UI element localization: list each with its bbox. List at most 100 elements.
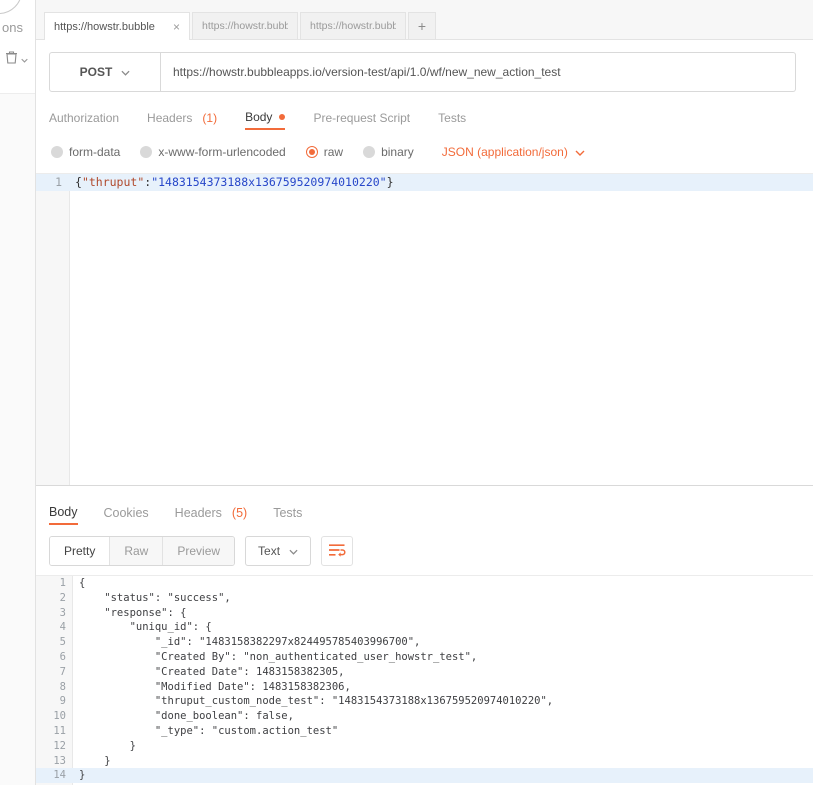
request-tab-tests[interactable]: Tests	[438, 105, 466, 130]
body-mode-label: binary	[381, 145, 414, 159]
body-mode-label: form-data	[69, 145, 121, 159]
body-mode-binary[interactable]: binary	[363, 145, 414, 159]
view-mode-raw[interactable]: Raw	[109, 537, 163, 565]
response-code-line: 6 "Created By": "non_authenticated_user_…	[36, 650, 813, 665]
request-tabs: Authorization Headers (1) Body Pre-request S…	[36, 105, 813, 130]
tab-label: Cookies	[103, 505, 149, 520]
tab-label: Tests	[273, 505, 303, 520]
response-format-select[interactable]: Text	[245, 536, 312, 566]
request-tab[interactable]: https://howstr.bubble ×	[44, 12, 190, 40]
view-mode-preview[interactable]: Preview	[162, 537, 235, 565]
code-token: "thruput"	[81, 175, 145, 189]
postman-window: ons https://howstr.bubble × https://howstr…	[0, 0, 813, 785]
response-code-text: }	[79, 739, 136, 752]
request-body-editor[interactable]: 1 {"thruput":"1483154373188x136759520974…	[36, 173, 813, 485]
radio-icon	[51, 146, 63, 158]
body-mode-x-www-form-urlencoded[interactable]: x-www-form-urlencoded	[140, 145, 286, 159]
code-token: {	[75, 175, 82, 189]
trash-button[interactable]	[5, 50, 28, 67]
content-type-select[interactable]: JSON (application/json)	[442, 145, 585, 159]
method-label: POST	[79, 65, 113, 79]
trash-icon	[5, 50, 18, 67]
line-number: 12	[53, 739, 66, 752]
body-mode-label: raw	[323, 145, 344, 159]
radio-icon	[305, 146, 318, 158]
request-code-line: 1 {"thruput":"1483154373188x136759520974…	[36, 174, 813, 191]
new-tab-button[interactable]: +	[408, 12, 436, 39]
response-code-text: "Created Date": 1483158382305,	[79, 665, 345, 678]
line-number: 11	[53, 724, 66, 737]
response-tab-body[interactable]: Body	[49, 500, 78, 525]
request-url-row: POST https://howstr.bubbleapps.io/versio…	[49, 52, 796, 92]
method-select[interactable]: POST	[49, 52, 161, 92]
radio-icon	[363, 146, 376, 158]
search-pill-fragment	[0, 0, 22, 14]
response-code-text: {	[79, 577, 86, 589]
main-panel: https://howstr.bubble × https://howstr.bub…	[36, 0, 813, 785]
line-number: 6	[59, 650, 66, 663]
content-type-label: JSON (application/json)	[441, 145, 568, 159]
line-number: 9	[59, 695, 66, 708]
request-tab-headers-1[interactable]: Headers (1)	[147, 105, 217, 130]
wrap-lines-button[interactable]	[321, 536, 354, 566]
response-code-text: "thruput_custom_node_test": "14831543731…	[79, 695, 554, 708]
response-code-text: "_id": "1483158382297x824495785403996700…	[79, 636, 421, 649]
response-code-line: 10 "done_boolean": false,	[36, 709, 813, 724]
line-number: 7	[59, 665, 66, 678]
response-tab-cookies[interactable]: Cookies	[104, 500, 149, 525]
response-tab-tests[interactable]: Tests	[273, 500, 302, 525]
response-tabs: Body Cookies Headers (5) Tests	[36, 500, 813, 525]
request-tab-pre-request-script[interactable]: Pre-request Script	[313, 105, 410, 130]
response-tab-headers-5[interactable]: Headers (5)	[175, 500, 248, 525]
tab-strip: https://howstr.bubble × https://howstr.bub…	[36, 0, 813, 40]
line-number: 4	[59, 621, 66, 634]
body-mode-raw[interactable]: raw	[305, 145, 344, 159]
sidebar-partial-label: ons	[2, 20, 23, 35]
response-code-text: "status": "success",	[79, 591, 231, 604]
line-number: 5	[59, 636, 66, 649]
tab-label: https://howstr.bubble	[54, 20, 155, 33]
chevron-down-icon	[289, 544, 298, 558]
tab-label: Headers	[147, 110, 193, 125]
wrap-lines-icon	[328, 543, 346, 560]
close-tab-icon[interactable]: ×	[173, 20, 180, 34]
sidebar-lower-panel	[0, 93, 35, 785]
response-code-line: 1{	[36, 576, 813, 591]
body-mode-form-data[interactable]: form-data	[51, 145, 120, 159]
view-mode-pretty[interactable]: Pretty	[50, 537, 110, 565]
line-number: 14	[53, 769, 66, 782]
tab-count-badge: (5)	[231, 505, 248, 520]
response-code-text: "done_boolean": false,	[79, 710, 294, 723]
line-number: 10	[53, 710, 66, 723]
response-code-line: 2 "status": "success",	[36, 591, 813, 606]
response-code-line: 13 }	[36, 754, 813, 769]
code-token: }	[386, 175, 394, 189]
body-indicator-dot-icon	[279, 113, 286, 120]
response-code-line: 8 "Modified Date": 1483158382306,	[36, 680, 813, 695]
request-tab[interactable]: https://howstr.bubbleapps.i	[300, 12, 406, 39]
request-body-code: {"thruput":"1483154373188x13675952097401…	[70, 174, 394, 191]
tab-label: Pre-request Script	[313, 110, 411, 125]
chevron-down-icon	[21, 52, 28, 66]
response-code-text: "uniqu_id": {	[79, 621, 212, 634]
request-tab-body[interactable]: Body	[245, 105, 286, 130]
url-input[interactable]: https://howstr.bubbleapps.io/version-tes…	[161, 52, 796, 92]
response-code-line: 9 "thruput_custom_node_test": "148315437…	[36, 694, 813, 709]
format-label: Text	[258, 544, 281, 558]
line-number: 3	[59, 606, 66, 619]
request-tab-authorization[interactable]: Authorization	[49, 105, 119, 130]
response-body-editor[interactable]: 1{2 "status": "success", 3 "response": {4…	[36, 575, 813, 785]
response-code-line: 4 "uniqu_id": {	[36, 620, 813, 635]
line-number: 1	[59, 577, 66, 589]
body-mode-label: x-www-form-urlencoded	[158, 145, 286, 159]
response-view-row: Pretty Raw Preview Text	[36, 535, 813, 567]
response-code-line: 11 "_type": "custom.action_test"	[36, 724, 813, 739]
response-code-line: 7 "Created Date": 1483158382305,	[36, 665, 813, 680]
chevron-down-icon	[121, 65, 130, 79]
response-code-text: }	[79, 769, 86, 782]
response-code-text: "response": {	[79, 606, 187, 619]
tab-label: Body	[49, 504, 78, 519]
response-code-line: 5 "_id": "1483158382297x8244957854039967…	[36, 635, 813, 650]
tab-label: Body	[245, 109, 273, 124]
request-tab[interactable]: https://howstr.bubbleapps.i	[192, 12, 298, 39]
